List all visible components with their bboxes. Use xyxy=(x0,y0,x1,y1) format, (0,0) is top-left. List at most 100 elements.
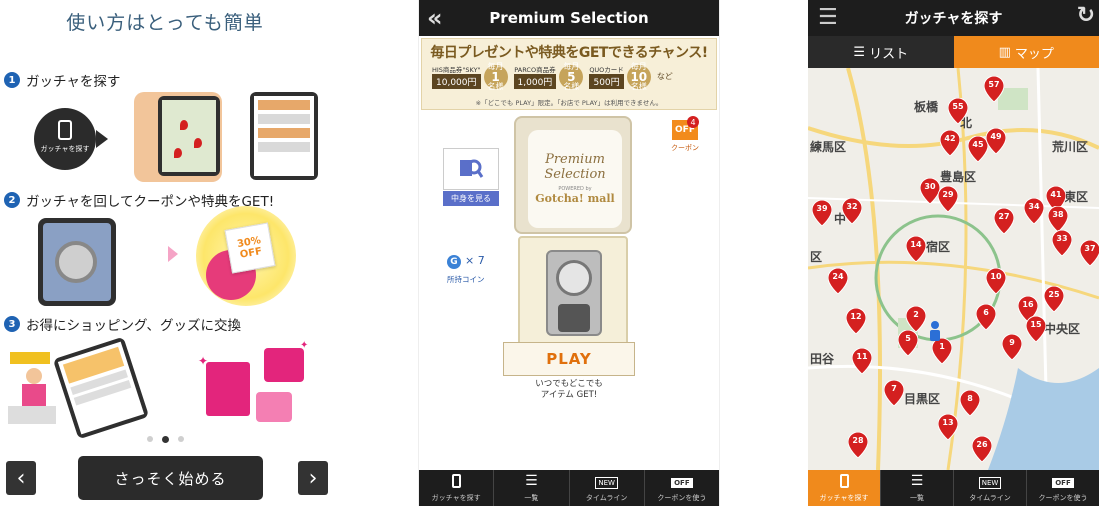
pin-number: 7 xyxy=(891,384,897,393)
tab-list[interactable]: ☰ 一覧 xyxy=(494,470,570,506)
phone-gacha-illustration xyxy=(38,218,116,306)
search-bubble-label: ガッチャを探す xyxy=(40,145,90,153)
map-pin-icon[interactable]: 49 xyxy=(986,128,1006,154)
map-pin-icon[interactable]: 33 xyxy=(1052,230,1072,256)
map-pin-icon xyxy=(194,138,202,148)
view-toggle: ☰ リスト ▥ マップ xyxy=(808,36,1099,68)
next-button[interactable]: › xyxy=(298,461,328,495)
pin-number: 34 xyxy=(1028,202,1040,211)
prize-name: QUOカード xyxy=(589,66,624,74)
map-pin-icon[interactable]: 6 xyxy=(976,304,996,330)
tab-coupon[interactable]: OFF クーポンを使う xyxy=(1027,470,1099,506)
map-pin-icon[interactable]: 30 xyxy=(920,178,940,204)
pin-number: 6 xyxy=(983,308,989,317)
map-pin-icon[interactable]: 2 xyxy=(906,306,926,332)
view-inside-button[interactable]: 中身を見る xyxy=(443,148,499,206)
menu-icon[interactable]: ☰ xyxy=(818,5,838,30)
map-pin-icon[interactable]: 39 xyxy=(812,200,832,226)
map-pin-icon[interactable]: 28 xyxy=(848,432,868,458)
tab-search[interactable]: ガッチャを探す xyxy=(808,470,881,506)
segment-label: リスト xyxy=(869,46,909,62)
map-label: 区 xyxy=(810,250,823,264)
prize-name: HIS商品券"SKY" xyxy=(432,66,481,74)
page-dot[interactable] xyxy=(147,436,153,442)
tutorial-screen: 使い方はとっても簡単 1 ガッチャを探す ガッチャを探す 2 ガッチャを回してク… xyxy=(0,0,340,506)
pin-number: 38 xyxy=(1052,210,1064,219)
gift-box-icon xyxy=(256,392,292,422)
prev-button[interactable]: ‹ xyxy=(6,461,36,495)
map-pin-icon[interactable]: 13 xyxy=(938,414,958,440)
pin-number: 49 xyxy=(990,132,1002,141)
segment-label: マップ xyxy=(1014,46,1054,62)
phone-list-illustration xyxy=(250,92,318,180)
map-pin-icon[interactable]: 32 xyxy=(842,198,862,224)
pin-number: 32 xyxy=(846,202,858,211)
coupon-button[interactable]: OFF 4 クーポン xyxy=(665,116,705,160)
pin-number: 26 xyxy=(976,440,988,449)
map-pin-icon[interactable]: 27 xyxy=(994,208,1014,234)
off-icon: OFF xyxy=(1052,477,1074,488)
start-button[interactable]: さっそく始める xyxy=(78,456,263,500)
tab-label: ガッチャを探す xyxy=(431,493,481,502)
map-pin-icon[interactable]: 15 xyxy=(1026,316,1046,342)
pin-number: 55 xyxy=(952,102,964,111)
map-pin-icon[interactable]: 1 xyxy=(932,338,952,364)
map-pin-icon xyxy=(180,120,188,130)
map-pin-icon[interactable]: 37 xyxy=(1080,240,1099,266)
tab-label: タイムライン xyxy=(585,493,628,502)
coin-label: 所持コイン xyxy=(447,275,485,284)
map-pin-icon[interactable]: 11 xyxy=(852,348,872,374)
tab-timeline[interactable]: NEW タイムライン xyxy=(954,470,1027,506)
capsule-outlet xyxy=(558,304,590,332)
gacha-machine[interactable]: Premium Selection POWERED by Gotcha! mal… xyxy=(514,116,632,346)
map-pin-icon[interactable]: 25 xyxy=(1044,286,1064,312)
play-button[interactable]: PLAY xyxy=(503,342,635,376)
map-pin-icon[interactable]: 12 xyxy=(846,308,866,334)
map-pin-icon[interactable]: 29 xyxy=(938,186,958,212)
step-text: お得にショッピング、グッズに交換 xyxy=(26,318,242,334)
map-pin-icon[interactable]: 5 xyxy=(898,330,918,356)
map-pin-icon[interactable]: 34 xyxy=(1024,198,1044,224)
segment-list[interactable]: ☰ リスト xyxy=(808,36,954,68)
map-pin-icon[interactable]: 42 xyxy=(940,130,960,156)
new-icon: NEW xyxy=(978,476,1002,489)
campaign-banner[interactable]: 毎日プレゼントや特典をGETできるチャンス! HIS商品券"SKY" 10,00… xyxy=(421,38,717,110)
machine-body xyxy=(518,236,628,346)
map-pin-icon[interactable]: 55 xyxy=(948,98,968,124)
map-pin-icon[interactable]: 24 xyxy=(828,268,848,294)
coupon-card: 30% OFF xyxy=(224,222,276,274)
map-label: 田谷 xyxy=(810,352,835,366)
pin-number: 15 xyxy=(1030,320,1042,329)
view-inside-label: 中身を見る xyxy=(443,191,499,206)
phone-icon xyxy=(839,473,849,488)
map-pin-icon[interactable]: 45 xyxy=(968,136,988,162)
back-icon[interactable]: « xyxy=(427,4,443,32)
tab-timeline[interactable]: NEW タイムライン xyxy=(570,470,645,506)
gacha-screen: « Premium Selection 毎日プレゼントや特典をGETできるチャン… xyxy=(418,0,720,506)
pin-number: 14 xyxy=(910,240,922,249)
map-pin-icon[interactable]: 14 xyxy=(906,236,926,262)
coin-icon: G xyxy=(447,255,461,269)
machine-brand: Selection xyxy=(544,166,606,182)
tab-search[interactable]: ガッチャを探す xyxy=(419,470,495,506)
page-dot[interactable] xyxy=(178,436,184,442)
map-view[interactable]: 板橋 北 荒川区 練馬区 豊島区 中 区 宿区 中央区 田谷 目黒区 東区 55… xyxy=(808,68,1099,470)
map-pin-icon[interactable]: 9 xyxy=(1002,334,1022,360)
map-pin-icon[interactable]: 26 xyxy=(972,436,992,462)
list-icon: ☰ xyxy=(853,44,866,60)
map-pin-icon[interactable]: 38 xyxy=(1048,206,1068,232)
hand-illustration xyxy=(134,92,222,182)
screenshot-collage: 使い方はとっても簡単 1 ガッチャを探す ガッチャを探す 2 ガッチャを回してク… xyxy=(0,0,1099,506)
page-dot-active[interactable] xyxy=(162,435,169,443)
map-pin-icon[interactable]: 8 xyxy=(960,390,980,416)
map-pin-icon[interactable]: 10 xyxy=(986,268,1006,294)
map-pin-icon[interactable]: 57 xyxy=(984,76,1004,102)
map-pin-icon[interactable]: 7 xyxy=(884,380,904,406)
tab-coupon[interactable]: OFF クーポンを使う xyxy=(645,470,719,506)
segment-map[interactable]: ▥ マップ xyxy=(953,36,1099,68)
gacha-knob-icon xyxy=(55,241,97,283)
refresh-icon[interactable]: ↻ xyxy=(1077,3,1095,28)
tab-list[interactable]: ☰ 一覧 xyxy=(881,470,954,506)
tab-label: 一覧 xyxy=(910,493,924,502)
pin-number: 41 xyxy=(1050,190,1062,199)
